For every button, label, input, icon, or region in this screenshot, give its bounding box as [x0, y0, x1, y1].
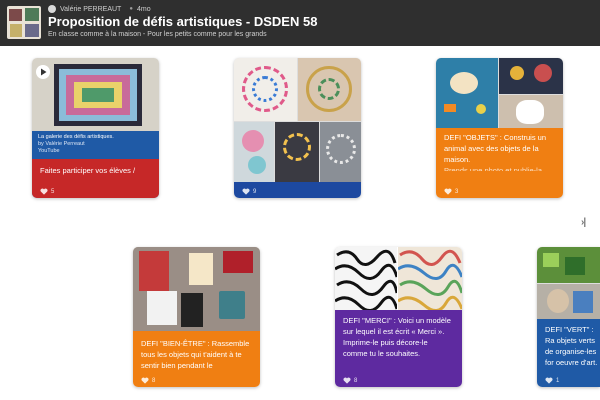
card-body: DEFI "VERT" : Ra objets verts de organis…: [537, 319, 600, 387]
card-text: DEFI "OBJETS" : Construis un animal avec…: [444, 133, 547, 164]
merci-pattern-bw: [335, 247, 397, 310]
heart-icon[interactable]: [242, 188, 250, 195]
like-count[interactable]: 8: [343, 377, 357, 384]
video-thumbnail[interactable]: [32, 58, 159, 131]
card-text: DEFI "VERT" : Ra objets verts de organis…: [545, 325, 598, 367]
board-header: Valérie PERREAUT ● 4mo Proposition de dé…: [0, 0, 600, 46]
card-body: DEFI "OBJETS" : Construis un animal avec…: [436, 128, 563, 198]
heart-icon[interactable]: [545, 377, 553, 384]
heart-icon[interactable]: [343, 377, 351, 384]
post-card-vert[interactable]: DEFI "VERT" : Ra objets verts de organis…: [537, 247, 600, 387]
like-count[interactable]: 9: [242, 188, 256, 195]
author-name[interactable]: Valérie PERREAUT: [60, 6, 121, 13]
board-thumbnail[interactable]: [7, 6, 41, 39]
post-card-bien-etre[interactable]: DEFI "BIEN-ÊTRE" : Rassemble tous les ob…: [133, 247, 260, 387]
objets-photo-collage[interactable]: [436, 58, 563, 128]
merci-pattern-color: [398, 247, 462, 310]
like-count[interactable]: 5: [40, 188, 54, 195]
author-avatar[interactable]: [48, 5, 56, 13]
post-card-objets[interactable]: DEFI "OBJETS" : Construis un animal avec…: [436, 58, 563, 198]
like-count[interactable]: 8: [141, 377, 155, 384]
card-text: DEFI "BIEN-ÊTRE" : Rassemble tous les ob…: [141, 339, 250, 370]
like-count[interactable]: 1: [545, 377, 559, 384]
card-body: Faites participer vos élèves / 5: [32, 159, 159, 198]
board-title: Proposition de défis artistiques - DSDEN…: [48, 14, 318, 29]
post-card-merci[interactable]: DEFI "MERCI" : Voici un modèle sur leque…: [335, 247, 462, 387]
bien-etre-photo[interactable]: [133, 247, 260, 331]
next-page-icon[interactable]: ›|: [581, 217, 586, 228]
post-age: 4mo: [136, 5, 151, 13]
author-row: Valérie PERREAUT ● 4mo: [48, 4, 151, 14]
card-text-extra: Prends une photo et publie-la: [444, 166, 542, 171]
post-card-video[interactable]: La galerie des défis artistiques. by Val…: [32, 58, 159, 198]
board-subtitle: En classe comme à la maison - Pour les p…: [48, 31, 267, 38]
post-card-mandala[interactable]: 9: [234, 58, 361, 198]
video-source: YouTube: [38, 148, 60, 154]
vert-photo-collage[interactable]: [537, 247, 600, 319]
heart-icon[interactable]: [40, 188, 48, 195]
like-count[interactable]: 3: [444, 188, 458, 195]
card-text: Faites participer vos élèves /: [40, 166, 136, 175]
video-title[interactable]: La galerie des défis artistiques.: [38, 134, 114, 141]
video-author: by Valérie Perreaut: [38, 141, 85, 147]
card-body: 9: [234, 182, 361, 198]
heart-icon[interactable]: [141, 377, 149, 384]
card-body: DEFI "MERCI" : Voici un modèle sur leque…: [335, 310, 462, 387]
mandala-photo-collage[interactable]: [234, 58, 361, 182]
heart-icon[interactable]: [444, 188, 452, 195]
separator-dot: ●: [129, 6, 133, 12]
merci-artwork-photos[interactable]: [335, 247, 462, 310]
card-body: DEFI "BIEN-ÊTRE" : Rassemble tous les ob…: [133, 331, 260, 387]
play-icon[interactable]: [36, 65, 50, 79]
card-text: DEFI "MERCI" : Voici un modèle sur leque…: [343, 316, 451, 358]
